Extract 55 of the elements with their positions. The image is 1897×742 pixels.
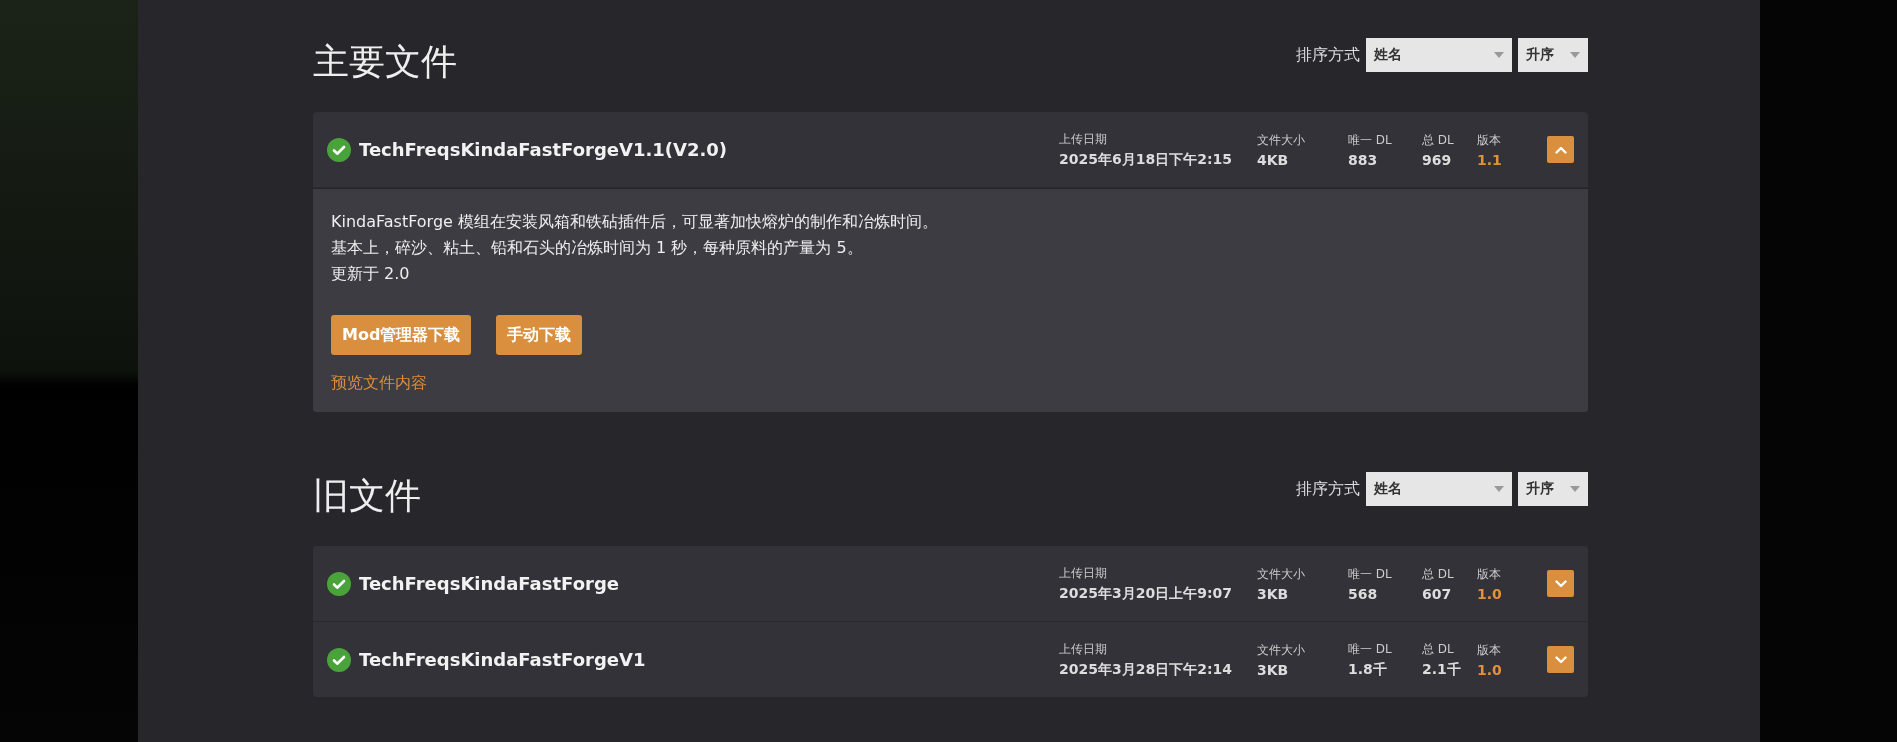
- section-title: 主要文件: [313, 39, 457, 84]
- description-line: KindaFastForge 模组在安装风箱和铁砧插件后，可显著加快熔炉的制作和冶炼时间。: [331, 211, 939, 233]
- meta-label: 版本: [1477, 131, 1502, 149]
- sort-field-select[interactable]: 姓名: [1366, 38, 1512, 72]
- meta-value: 568: [1348, 585, 1379, 602]
- toggle-button[interactable]: [1547, 136, 1574, 163]
- meta-value: 969: [1422, 151, 1453, 168]
- meta-value: 4KB: [1257, 151, 1290, 168]
- meta-label: 唯一 DL: [1348, 640, 1393, 658]
- meta-value: 3KB: [1257, 585, 1290, 602]
- meta-label: 文件大小: [1257, 565, 1306, 583]
- caret-icon: [1570, 52, 1580, 58]
- sort-label: 排序方式: [1296, 478, 1360, 500]
- sort-order-select[interactable]: 升序: [1518, 38, 1588, 72]
- toggle-button[interactable]: [1547, 570, 1574, 597]
- meta-value: 1.8千: [1348, 660, 1388, 679]
- meta-value: 1.1: [1477, 151, 1503, 168]
- meta-label: 文件大小: [1257, 131, 1306, 149]
- toggle-button[interactable]: [1547, 646, 1574, 673]
- meta-label: 上传日期: [1059, 640, 1108, 658]
- chevron-up-icon: [1554, 145, 1567, 154]
- file-name: TechFreqsKindaFastForgeV1.1(V2.0): [359, 139, 729, 160]
- meta-value: 1.0: [1477, 661, 1503, 678]
- meta-value: 2025年3月20日上午9:07: [1059, 584, 1233, 603]
- meta-value: 883: [1348, 151, 1379, 168]
- meta-value: 1.0: [1477, 585, 1503, 602]
- meta-value: 2025年6月18日下午2:15: [1059, 150, 1233, 169]
- meta-label: 上传日期: [1059, 564, 1108, 582]
- chevron-down-icon: [1554, 579, 1567, 588]
- chevron-down-icon: [1554, 655, 1567, 664]
- description-line: 基本上，碎沙、粘土、铅和石头的冶炼时间为 1 秒，每种原料的产量为 5。: [331, 237, 864, 259]
- meta-value: 2.1千: [1422, 660, 1462, 679]
- preview-link[interactable]: 预览文件内容: [331, 373, 427, 392]
- caret-icon: [1494, 486, 1504, 492]
- file-name: TechFreqsKindaFastForgeV1: [359, 649, 647, 670]
- section-title: 旧文件: [313, 473, 421, 518]
- meta-label: 唯一 DL: [1348, 131, 1393, 149]
- meta-label: 上传日期: [1059, 130, 1108, 148]
- meta-label: 版本: [1477, 565, 1502, 583]
- file-name: TechFreqsKindaFastForge: [359, 573, 620, 594]
- description-line: 更新于 2.0: [331, 263, 411, 285]
- meta-value: 3KB: [1257, 661, 1290, 678]
- sort-order-select[interactable]: 升序: [1518, 472, 1588, 506]
- meta-value: 2025年3月28日下午2:14: [1059, 660, 1233, 679]
- caret-icon: [1494, 52, 1504, 58]
- meta-label: 总 DL: [1422, 565, 1455, 583]
- sort-label: 排序方式: [1296, 44, 1360, 66]
- meta-label: 总 DL: [1422, 131, 1455, 149]
- meta-label: 版本: [1477, 641, 1502, 659]
- meta-value: 607: [1422, 585, 1453, 602]
- caret-icon: [1570, 486, 1580, 492]
- meta-label: 唯一 DL: [1348, 565, 1393, 583]
- sort-field-select[interactable]: 姓名: [1366, 472, 1512, 506]
- meta-label: 文件大小: [1257, 641, 1306, 659]
- meta-label: 总 DL: [1422, 640, 1455, 658]
